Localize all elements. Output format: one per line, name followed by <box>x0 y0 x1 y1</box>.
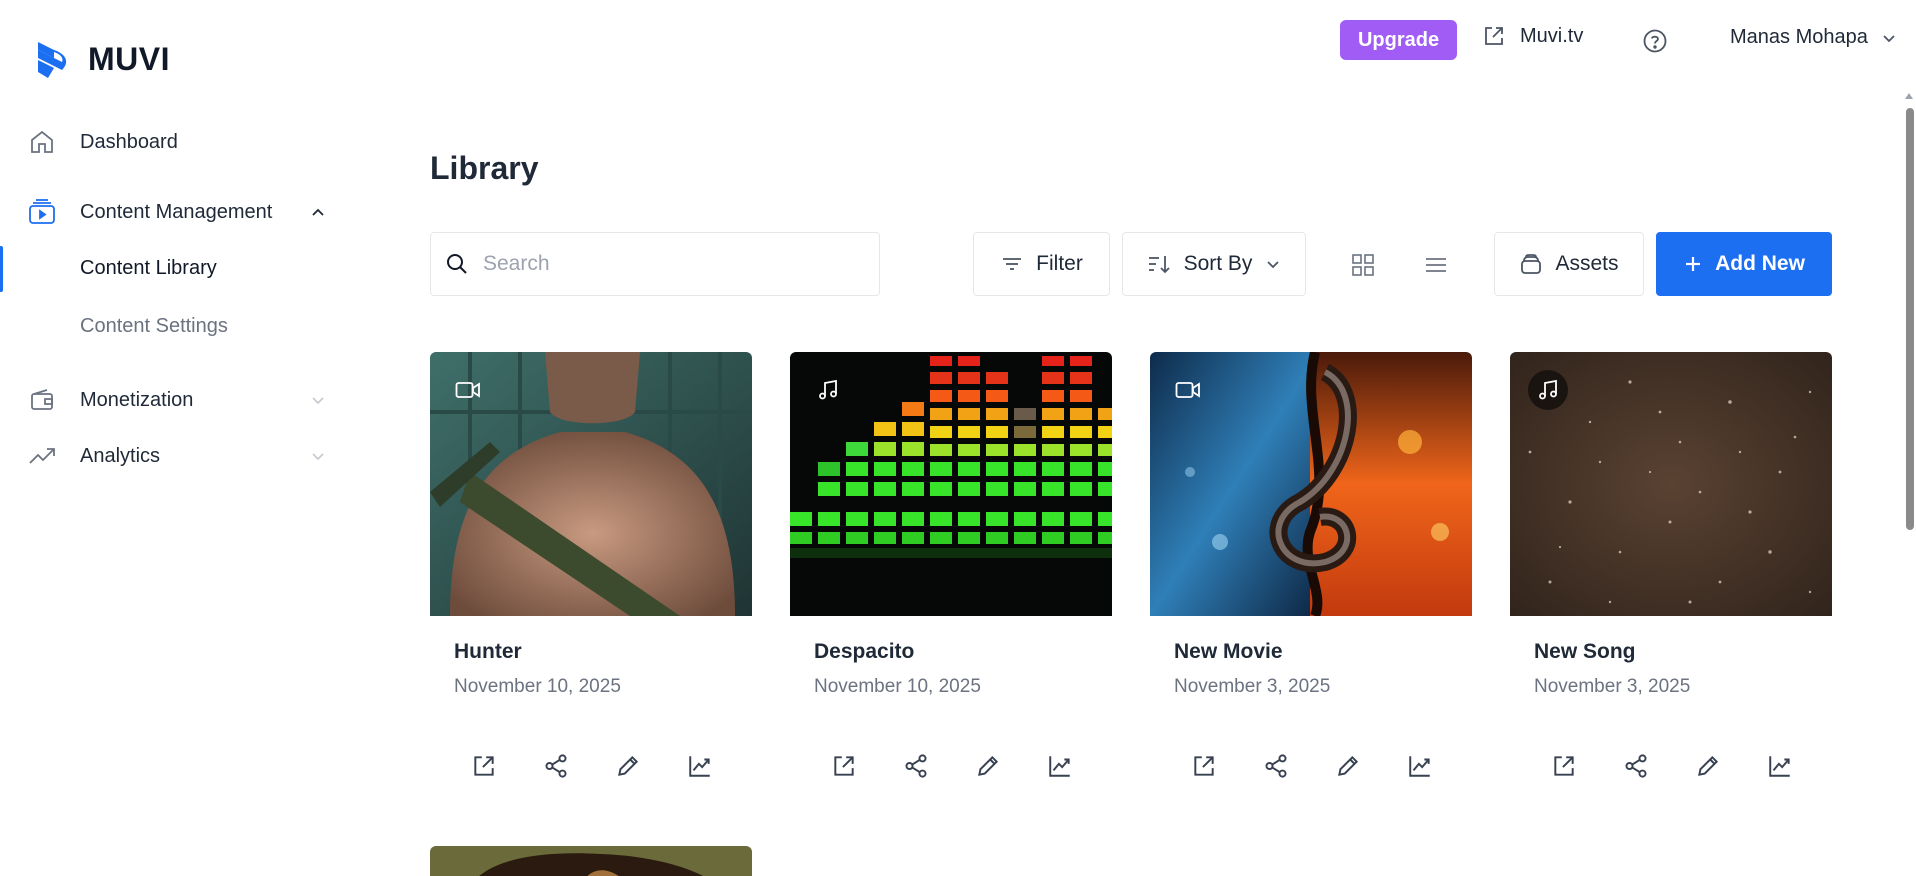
content-icon <box>28 198 56 226</box>
card-date: November 3, 2025 <box>1534 676 1691 697</box>
sidebar-item-label: Content Management <box>80 200 273 223</box>
sidebar-item-content-library[interactable]: Content Library <box>80 257 217 280</box>
wallet-icon <box>28 386 56 414</box>
open-external-icon[interactable] <box>830 752 858 780</box>
content-card: New Movie November 3, 2025 <box>1150 352 1472 778</box>
muvi-logo-icon <box>38 42 67 78</box>
brand-logo[interactable]: MUVI <box>32 36 170 82</box>
content-thumbnail[interactable] <box>790 352 1112 616</box>
user-name: Manas Mohapa <box>1730 26 1868 48</box>
card-actions <box>1550 752 1794 780</box>
sidebar-item-dashboard[interactable]: Dashboard <box>28 122 328 162</box>
content-thumbnail[interactable] <box>1150 352 1472 616</box>
video-icon <box>448 370 488 410</box>
content-thumbnail[interactable] <box>430 352 752 616</box>
chevron-up-icon <box>312 208 324 216</box>
content-card: Despacito November 10, 2025 <box>790 352 1112 778</box>
open-external-icon[interactable] <box>1190 752 1218 780</box>
card-date: November 10, 2025 <box>454 676 621 697</box>
upgrade-button[interactable]: Upgrade <box>1340 20 1457 60</box>
search-icon <box>447 254 467 274</box>
search-box[interactable] <box>430 232 880 296</box>
analytics-icon[interactable] <box>1046 752 1074 780</box>
card-date: November 3, 2025 <box>1174 676 1331 697</box>
visit-site-link[interactable]: Muvi.tv <box>1482 24 1583 48</box>
list-view-icon[interactable] <box>1423 252 1449 278</box>
sidebar-item-analytics[interactable]: Analytics <box>28 436 328 476</box>
scroll-up-arrow-icon[interactable] <box>1905 93 1913 99</box>
trend-icon <box>28 442 56 470</box>
edit-icon[interactable] <box>1694 752 1722 780</box>
open-external-icon[interactable] <box>470 752 498 780</box>
sort-by-dropdown[interactable]: Sort By <box>1122 232 1306 296</box>
edit-icon[interactable] <box>1334 752 1362 780</box>
brand-name: MUVI <box>88 40 170 77</box>
card-actions <box>1190 752 1434 780</box>
home-icon <box>28 128 56 156</box>
card-actions <box>830 752 1074 780</box>
scrollbar-thumb[interactable] <box>1906 108 1914 530</box>
assets-button[interactable]: Assets <box>1494 232 1644 296</box>
content-card: Hunter November 10, 2025 <box>430 352 752 778</box>
music-note-icon <box>1528 370 1568 410</box>
chevron-down-icon <box>1267 261 1280 269</box>
share-icon[interactable] <box>1262 752 1290 780</box>
sort-label: Sort By <box>1183 252 1253 275</box>
add-new-button[interactable]: Add New <box>1656 232 1832 296</box>
assets-icon <box>1521 254 1542 274</box>
content-card: New Song November 3, 2025 <box>1510 352 1832 778</box>
thumbnail-image <box>430 846 752 876</box>
card-actions <box>470 752 714 780</box>
analytics-icon[interactable] <box>1406 752 1434 780</box>
page-title: Library <box>430 150 539 186</box>
edit-icon[interactable] <box>614 752 642 780</box>
card-date: November 10, 2025 <box>814 676 981 697</box>
help-icon[interactable] <box>1642 28 1668 54</box>
card-title[interactable]: Despacito <box>814 640 1112 664</box>
assets-label: Assets <box>1555 252 1619 275</box>
chevron-down-icon <box>312 397 324 405</box>
card-title[interactable]: New Song <box>1534 640 1832 664</box>
open-external-icon[interactable] <box>1550 752 1578 780</box>
site-link-label: Muvi.tv <box>1520 24 1584 47</box>
sort-icon <box>1148 256 1170 274</box>
card-title[interactable]: New Movie <box>1174 640 1472 664</box>
sidebar-item-label: Analytics <box>80 444 161 467</box>
search-input[interactable] <box>483 252 863 276</box>
card-title[interactable]: Hunter <box>454 640 752 664</box>
sidebar-item-content-settings[interactable]: Content Settings <box>80 315 228 338</box>
edit-icon[interactable] <box>974 752 1002 780</box>
content-thumbnail[interactable] <box>1510 352 1832 616</box>
filter-icon <box>1003 258 1022 270</box>
music-note-icon <box>808 370 848 410</box>
filter-label: Filter <box>1036 252 1083 275</box>
share-icon[interactable] <box>1622 752 1650 780</box>
chevron-down-icon <box>312 453 324 461</box>
share-icon[interactable] <box>902 752 930 780</box>
filter-button[interactable]: Filter <box>973 232 1110 296</box>
user-menu[interactable]: Manas Mohapa <box>1730 26 1898 49</box>
sidebar-item-content-management[interactable]: Content Management <box>28 192 328 232</box>
plus-icon <box>1686 257 1701 271</box>
analytics-icon[interactable] <box>1766 752 1794 780</box>
analytics-icon[interactable] <box>686 752 714 780</box>
sidebar-item-monetization[interactable]: Monetization <box>28 380 328 420</box>
chevron-down-icon <box>1883 34 1895 42</box>
video-icon <box>1168 370 1208 410</box>
sidebar-item-label: Monetization <box>80 388 194 411</box>
sidebar: MUVI Dashboard Content Management Conten… <box>0 0 350 876</box>
active-indicator <box>0 246 3 292</box>
grid-view-icon[interactable] <box>1350 252 1376 278</box>
sidebar-item-label: Dashboard <box>80 130 178 153</box>
content-thumbnail[interactable] <box>430 846 752 876</box>
external-link-icon <box>1485 27 1503 45</box>
add-new-label: Add New <box>1715 252 1805 275</box>
share-icon[interactable] <box>542 752 570 780</box>
